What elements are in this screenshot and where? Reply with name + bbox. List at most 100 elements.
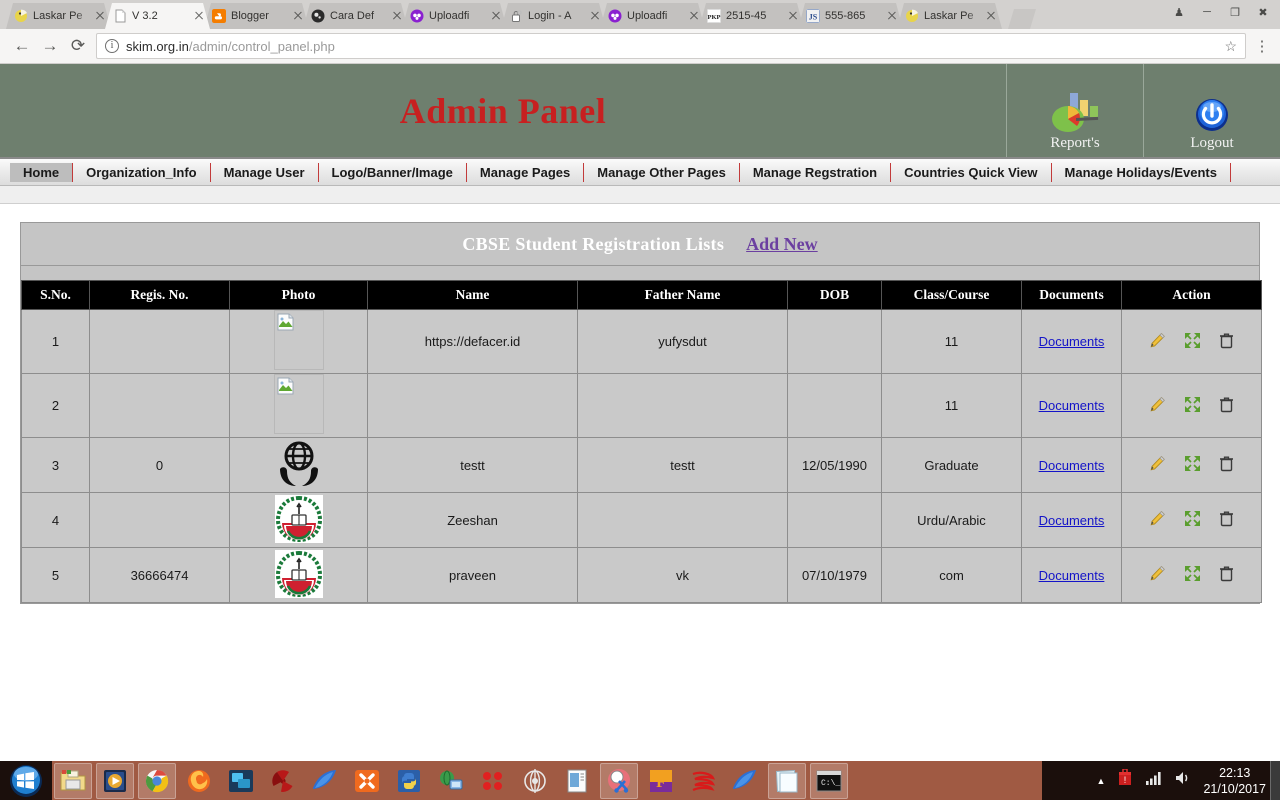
back-button[interactable]: ←: [8, 32, 36, 60]
cell-sno: 1: [21, 309, 90, 374]
minimize-icon[interactable]: ─: [1194, 2, 1220, 22]
expand-arrows-icon[interactable]: [1184, 455, 1201, 475]
tab-title: Laskar Pe: [33, 10, 83, 22]
cell-sno: 5: [21, 547, 90, 603]
browser-tab[interactable]: Laskar Pe: [897, 3, 1002, 29]
reports-button[interactable]: Report's: [1006, 64, 1143, 157]
documents-link[interactable]: Documents: [1039, 398, 1105, 413]
nav-item-manage-pages[interactable]: Manage Pages: [467, 162, 585, 182]
new-tab-button[interactable]: [1008, 9, 1036, 29]
taskbar-filezilla-icon[interactable]: F: [642, 763, 680, 799]
reload-button[interactable]: ⟳: [64, 32, 92, 60]
expand-arrows-icon[interactable]: [1184, 396, 1201, 416]
taskbar-media-player-icon[interactable]: [96, 762, 134, 799]
edit-pencil-icon[interactable]: [1149, 396, 1166, 416]
taskbar-chrome-icon[interactable]: [138, 762, 176, 799]
expand-arrows-icon[interactable]: [1184, 332, 1201, 352]
edit-pencil-icon[interactable]: [1149, 332, 1166, 352]
nav-item-manage-user[interactable]: Manage User: [211, 162, 319, 182]
taskbar-sticky-notes-icon[interactable]: [768, 762, 806, 799]
nav-item-countries-quick-view[interactable]: Countries Quick View: [891, 162, 1052, 182]
taskbar-xampp-icon[interactable]: [348, 763, 386, 799]
taskbar-python-icon[interactable]: [390, 763, 428, 799]
browser-tab[interactable]: Laskar Pe: [6, 3, 111, 29]
expand-arrows-icon[interactable]: [1184, 510, 1201, 530]
edit-pencil-icon[interactable]: [1149, 455, 1166, 475]
taskbar-notepad-icon[interactable]: [558, 763, 596, 799]
emblem-logo: [274, 549, 323, 601]
taskbar-file-explorer-icon[interactable]: [54, 762, 92, 799]
expand-arrows-icon[interactable]: [1184, 565, 1201, 585]
nav-item-manage-other-pages[interactable]: Manage Other Pages: [584, 162, 740, 182]
cell-regis-no: 36666474: [89, 547, 230, 603]
tab-close-icon[interactable]: [291, 9, 305, 23]
documents-link[interactable]: Documents: [1039, 334, 1105, 349]
site-info-icon[interactable]: i: [105, 39, 119, 53]
documents-link[interactable]: Documents: [1039, 568, 1105, 583]
browser-tab[interactable]: V 3.2: [105, 3, 210, 29]
taskbar-radiation-icon[interactable]: [264, 763, 302, 799]
delete-trash-icon[interactable]: [1219, 396, 1234, 416]
volume-icon[interactable]: [1174, 770, 1192, 791]
tray-overflow-icon[interactable]: ▲: [1097, 776, 1106, 786]
nav-item-organization-info[interactable]: Organization_Info: [73, 162, 211, 182]
delete-trash-icon[interactable]: [1219, 332, 1234, 352]
tab-close-icon[interactable]: [885, 9, 899, 23]
tab-close-icon[interactable]: [93, 9, 107, 23]
taskbar-wireshark-icon[interactable]: [726, 763, 764, 799]
nav-item-manage-holidays-events[interactable]: Manage Holidays/Events: [1052, 162, 1231, 182]
browser-menu-icon[interactable]: ⋮: [1252, 37, 1272, 55]
edit-pencil-icon[interactable]: [1149, 565, 1166, 585]
tab-close-icon[interactable]: [489, 9, 503, 23]
tab-close-icon[interactable]: [588, 9, 602, 23]
nav-item-manage-regstration[interactable]: Manage Regstration: [740, 162, 892, 182]
taskbar-red-dots-icon[interactable]: [474, 763, 512, 799]
cell-photo: [229, 492, 368, 548]
maximize-icon[interactable]: ❐: [1222, 2, 1248, 22]
profile-icon[interactable]: ♟: [1166, 2, 1192, 22]
browser-tab[interactable]: JS 555-865: [798, 3, 903, 29]
network-signal-icon[interactable]: [1145, 771, 1163, 790]
browser-tab[interactable]: PKP 2515-45: [699, 3, 804, 29]
close-icon[interactable]: ✖: [1250, 2, 1276, 22]
taskbar-snipping-tool-icon[interactable]: [600, 762, 638, 799]
bookmark-star-icon[interactable]: ☆: [1218, 38, 1237, 55]
address-bar[interactable]: i skim.org.in/admin/control_panel.php ☆: [96, 33, 1246, 59]
add-new-link[interactable]: Add New: [746, 234, 818, 255]
documents-link[interactable]: Documents: [1039, 513, 1105, 528]
panel-header: CBSE Student Registration Lists Add New: [21, 223, 1259, 266]
taskbar-blue-window-icon[interactable]: [222, 763, 260, 799]
report-chart-icon: [1046, 89, 1104, 135]
column-header: Class/Course: [881, 280, 1022, 310]
antivirus-icon[interactable]: !: [1116, 768, 1134, 792]
taskbar-tor-icon[interactable]: [516, 763, 554, 799]
taskbar-clock[interactable]: 22:13 21/10/2017: [1203, 765, 1266, 797]
forward-button[interactable]: →: [36, 32, 64, 60]
delete-trash-icon[interactable]: [1219, 455, 1234, 475]
taskbar-wireshark-icon[interactable]: [306, 763, 344, 799]
delete-trash-icon[interactable]: [1219, 510, 1234, 530]
windows-start-orb[interactable]: [0, 762, 52, 799]
nav-item-logo-banner-image[interactable]: Logo/Banner/Image: [319, 162, 467, 182]
tab-close-icon[interactable]: [687, 9, 701, 23]
svg-text:C:\_: C:\_: [821, 779, 840, 788]
tab-close-icon[interactable]: [390, 9, 404, 23]
browser-tab[interactable]: Uploadfi: [600, 3, 705, 29]
nav-item-home[interactable]: Home: [10, 162, 74, 182]
delete-trash-icon[interactable]: [1219, 565, 1234, 585]
browser-tab[interactable]: Cara Def: [303, 3, 408, 29]
taskbar-red-swirl-icon[interactable]: [684, 763, 722, 799]
taskbar-command-prompt-icon[interactable]: C:\_: [810, 762, 848, 799]
documents-link[interactable]: Documents: [1039, 458, 1105, 473]
browser-tab[interactable]: Login - A: [501, 3, 606, 29]
taskbar-network-globe-icon[interactable]: [432, 763, 470, 799]
tab-close-icon[interactable]: [984, 9, 998, 23]
logout-button[interactable]: Logout: [1143, 64, 1280, 157]
browser-tab[interactable]: Blogger: [204, 3, 309, 29]
tab-close-icon[interactable]: [192, 9, 206, 23]
taskbar-firefox-icon[interactable]: [180, 763, 218, 799]
edit-pencil-icon[interactable]: [1149, 510, 1166, 530]
cell-action: [1121, 373, 1262, 438]
browser-tab[interactable]: Uploadfi: [402, 3, 507, 29]
tab-close-icon[interactable]: [786, 9, 800, 23]
